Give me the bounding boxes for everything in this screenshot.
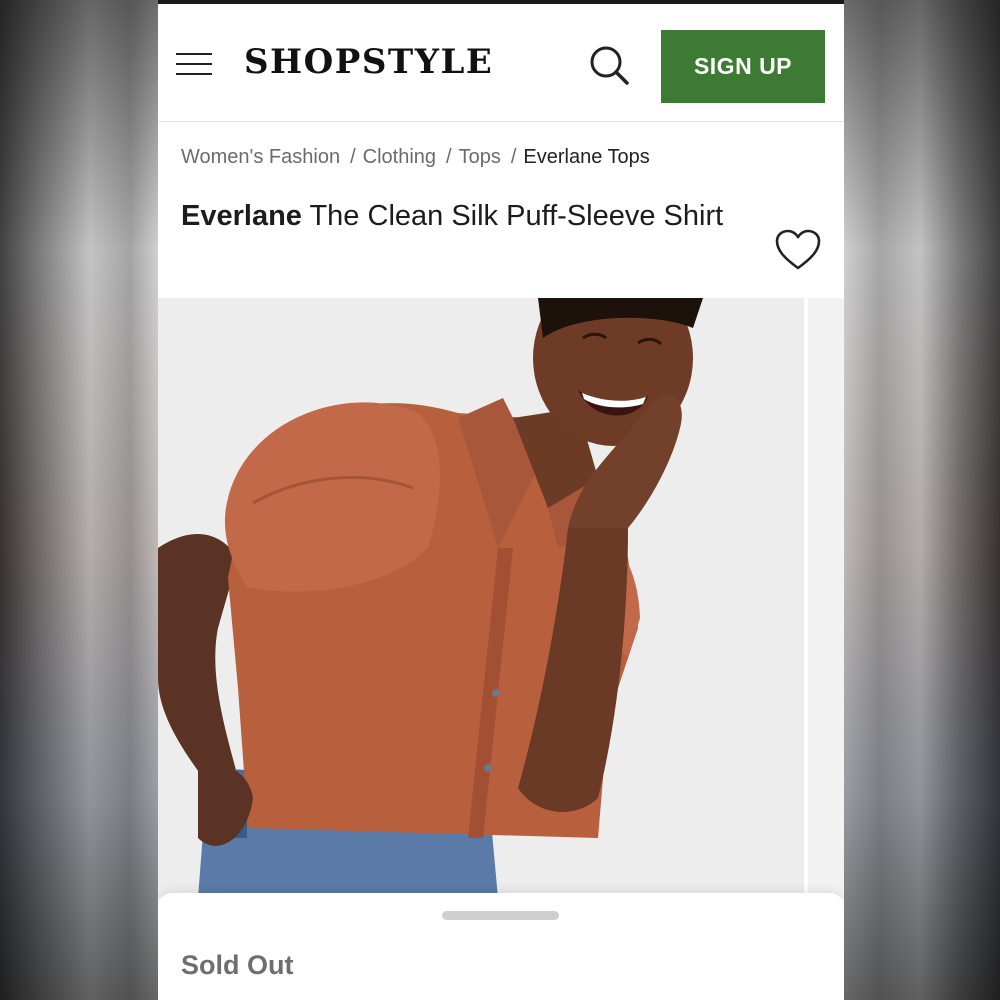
site-header: SHOPSTYLE SIGN UP (158, 4, 844, 122)
product-name: The Clean Silk Puff-Sleeve Shirt (309, 200, 724, 232)
heart-icon[interactable] (774, 228, 822, 272)
next-image-peek[interactable] (808, 298, 844, 898)
breadcrumb-separator: / (446, 146, 452, 168)
breadcrumb-everlane-tops[interactable]: Everlane Tops (523, 146, 649, 168)
breadcrumb-separator: / (510, 146, 517, 168)
bottom-sheet[interactable]: Sold Out (158, 893, 844, 1000)
product-photo (158, 298, 804, 898)
product-image-carousel[interactable] (158, 298, 844, 898)
breadcrumb-separator: / (350, 146, 356, 168)
shopstyle-logo[interactable]: SHOPSTYLE (244, 42, 493, 82)
sign-up-button[interactable]: SIGN UP (661, 30, 825, 103)
drag-handle[interactable] (442, 911, 559, 920)
mobile-screen: SHOPSTYLE SIGN UP Women's Fashion / Clothi… (158, 0, 844, 1000)
availability-status: Sold Out (181, 950, 294, 980)
product-brand[interactable]: Everlane (181, 200, 302, 232)
breadcrumb-tops[interactable]: Tops (459, 146, 501, 168)
search-icon[interactable] (586, 42, 632, 88)
hamburger-menu-icon[interactable] (176, 48, 214, 78)
breadcrumb-clothing[interactable]: Clothing (363, 146, 436, 168)
product-title: Everlane The Clean Silk Puff-Sleeve Shir… (181, 193, 751, 239)
breadcrumb: Women's Fashion / Clothing / Tops / Everlane T… (181, 146, 650, 169)
breadcrumb-womens-fashion[interactable]: Women's Fashion (181, 146, 340, 168)
